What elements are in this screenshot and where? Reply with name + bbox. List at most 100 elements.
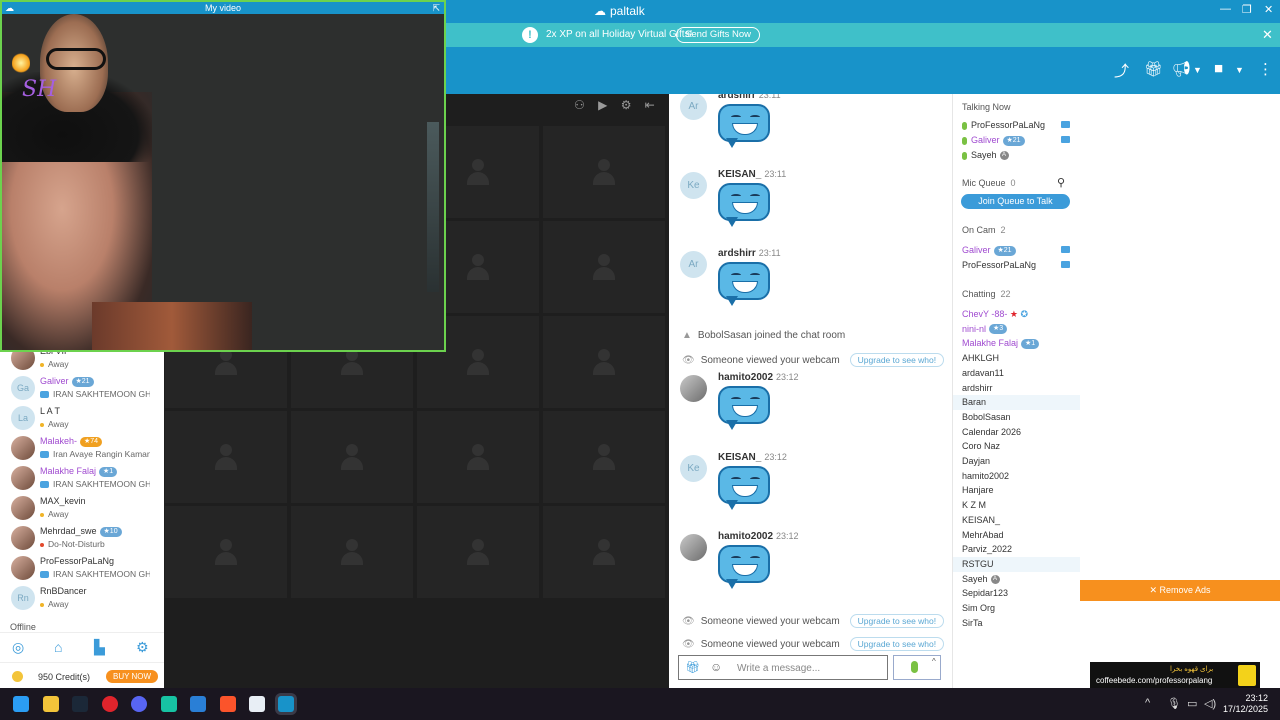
avatar[interactable]: Ke [680,455,707,482]
user-list-item[interactable]: Hanjare [953,483,1080,498]
talk-button[interactable]: ^ [893,655,941,680]
video-slot[interactable] [543,221,665,313]
megaphone-chevron-down-icon[interactable]: ▼ [1193,65,1202,75]
user-list-item[interactable]: ChevY -88- ★ ✪ [953,307,1080,322]
contact-item[interactable]: Malakhe Falaj ★1 IRAN SAKHTEMOON GHE [0,463,164,493]
gift-icon[interactable]: 🎁︎ [1144,60,1163,78]
steam-icon[interactable] [72,696,88,712]
settings-icon[interactable]: ⚙ [621,98,632,112]
video-slot[interactable] [165,411,287,503]
camera-icon[interactable] [1061,246,1070,253]
video-slot[interactable] [417,411,539,503]
collapse-icon[interactable]: ⇤ [645,98,655,112]
tray-chevron-icon[interactable]: ^ [1145,697,1150,709]
more-menu-icon[interactable]: ⋮ [1258,60,1273,78]
user-list-item[interactable]: ardavan11 [953,366,1080,381]
message-author[interactable]: KEISAN_ 23:12 [718,452,787,463]
search-icon[interactable]: ⚲ [1057,176,1065,189]
contact-item[interactable]: Mehrdad_swe ★10 Do-Not-Disturb [0,523,164,553]
avatar[interactable]: Ke [680,172,707,199]
avatar[interactable]: Ar [680,251,707,278]
avatar[interactable] [680,375,707,402]
user-list-item[interactable]: RSTGU [953,556,1080,572]
contact-item[interactable]: ProFessorPaLaNg IRAN SAKHTEMOON GHE [0,553,164,583]
user-list-item[interactable]: Parviz_2022 [953,542,1080,557]
join-queue-button[interactable]: Join Queue to Talk [961,194,1070,209]
video-slot[interactable] [543,506,665,598]
camera-icon[interactable] [1061,121,1070,128]
camera-icon[interactable]: ■ [1214,60,1223,77]
user-list-item[interactable]: Dayjan [953,454,1080,469]
contact-item[interactable]: Ga Galiver ★21 IRAN SAKHTEMOON GHE [0,373,164,403]
people-icon[interactable]: ⚇ [574,98,585,112]
leaderboard-icon[interactable]: ▙ [94,639,105,656]
user-list-item[interactable]: BobolSasan [953,410,1080,425]
chevron-up-icon[interactable]: ^ [932,657,936,666]
upgrade-link[interactable]: Upgrade to see who! [849,353,945,367]
user-list-item[interactable]: K Z M [953,498,1080,513]
gear-icon[interactable]: ⚙ [136,639,149,656]
video-slot[interactable] [543,126,665,218]
emoji-icon[interactable]: ☺ [710,660,722,674]
message-author[interactable]: hamito2002 23:12 [718,372,799,383]
close-banner-icon[interactable]: ✕ [1262,27,1273,43]
user-list-item[interactable]: SirTa [953,616,1080,631]
avatar[interactable] [680,534,707,561]
tray-network-icon[interactable]: ▭ [1187,697,1197,710]
upgrade-link[interactable]: Upgrade to see who! [849,637,945,651]
user-list-item[interactable]: Sayeh A [953,148,1080,163]
megaphone-icon[interactable]: 📢︎ [1172,60,1191,78]
tray-mic-icon[interactable]: 🎙︎ [1167,697,1181,710]
camera-chevron-down-icon[interactable]: ▼ [1235,65,1244,75]
popout-icon[interactable]: ⇱ [432,2,440,14]
user-list-item[interactable]: AHKLGH [953,351,1080,366]
tray-volume-icon[interactable]: ◁) [1204,697,1216,710]
user-list-item[interactable]: hamito2002 [953,469,1080,484]
user-list-item[interactable]: Calendar 2026 [953,425,1080,440]
home-icon[interactable]: ⌂ [54,639,62,655]
user-list-item[interactable]: Malakhe Falaj ★1 [953,336,1080,351]
close-window-icon[interactable]: ✕ [1264,3,1273,16]
user-list-item[interactable]: MehrAbad [953,528,1080,543]
offline-header[interactable]: Offline [10,622,36,632]
browser-icon[interactable] [249,696,265,712]
message-author[interactable]: KEISAN_ 23:11 [718,169,786,180]
minimize-icon[interactable]: — [1220,3,1231,15]
user-list-item[interactable]: Sepidar123 [953,586,1080,601]
my-video-header[interactable]: My video [2,2,444,14]
user-list-item[interactable]: ardshirr [953,381,1080,396]
user-list-item[interactable]: ProFessorPaLaNg [953,258,1080,273]
upgrade-link[interactable]: Upgrade to see who! [849,614,945,628]
message-author[interactable]: ardshirr 23:11 [718,94,781,101]
editor-icon[interactable] [190,696,206,712]
video-slot[interactable] [291,506,413,598]
video-slot[interactable] [543,411,665,503]
user-list-item[interactable]: Galiver ★21 [953,133,1080,148]
avatar[interactable]: Ar [680,94,707,120]
video-slot[interactable] [291,411,413,503]
taskbar-clock[interactable]: 23:12 17/12/2025 [1222,693,1268,715]
contact-item[interactable]: La L A T Away [0,403,164,433]
video-slot[interactable] [417,506,539,598]
brave-icon[interactable] [220,696,236,712]
camera-icon[interactable] [1061,261,1070,268]
discord-icon[interactable] [131,696,147,712]
compass-icon[interactable]: ◎ [12,639,24,656]
ad-banner[interactable]: برای قهوه بخرا coffeebede.com/professorp… [1090,662,1260,689]
user-list-item[interactable]: Coro Naz [953,439,1080,454]
user-list-item[interactable]: Galiver ★21 [953,243,1080,258]
user-list-item[interactable]: nini-nl ★3 [953,322,1080,337]
user-list-item[interactable]: KEISAN_ [953,513,1080,528]
paltalk-taskbar-icon[interactable] [278,696,294,712]
app-icon[interactable] [161,696,177,712]
contact-item[interactable]: Rn RnBDancer Away [0,583,164,613]
restore-icon[interactable]: ❐ [1242,3,1252,16]
my-video-window[interactable]: SH My video ⇱ ☁ [0,0,446,352]
message-author[interactable]: hamito2002 23:12 [718,531,799,542]
message-author[interactable]: ardshirr 23:11 [718,248,781,259]
buy-now-button[interactable]: BUY NOW [106,670,159,683]
video-slot[interactable] [165,506,287,598]
contact-item[interactable]: MAX_kevin Away [0,493,164,523]
remove-ads-button[interactable]: ✕ Remove Ads [1080,580,1280,601]
opera-icon[interactable] [102,696,118,712]
